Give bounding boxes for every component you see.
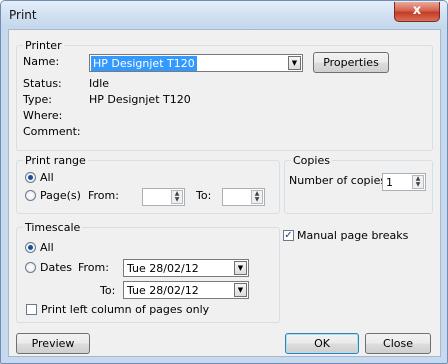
range-pages-radio[interactable] <box>25 190 36 201</box>
timescale-group: Timescale All Dates From: Tue 28/02/12 ▼… <box>16 221 280 323</box>
timescale-to-select[interactable]: Tue 28/02/12 ▼ <box>123 281 249 299</box>
preview-button[interactable]: Preview <box>16 333 90 354</box>
properties-button[interactable]: Properties <box>313 52 389 73</box>
timescale-dates-radio[interactable] <box>25 262 36 273</box>
manual-page-breaks-checkbox[interactable]: ✓ <box>283 230 294 241</box>
where-label: Where: <box>23 109 63 122</box>
copies-label: Number of copies: <box>289 174 390 187</box>
range-from-label: From: <box>88 189 119 202</box>
close-window-button[interactable]: x <box>394 2 440 22</box>
printer-group: Printer Name: HP Designjet T120 ▼ Proper… <box>16 39 433 151</box>
comment-label: Comment: <box>23 125 81 138</box>
printer-name-value: HP Designjet T120 <box>91 56 197 71</box>
range-to-label: To: <box>196 189 212 202</box>
timescale-dates-label: Dates <box>40 261 73 274</box>
title-bar[interactable]: Print x <box>1 1 447 28</box>
spin-arrows-icon[interactable]: ▲ ▼ <box>171 190 183 204</box>
print-range-group: Print range All Page(s) From: ▲ ▼ To: ▲ ▼ <box>16 154 280 214</box>
range-all-label: All <box>40 171 54 184</box>
chevron-down-icon: ▼ <box>234 283 247 297</box>
type-value: HP Designjet T120 <box>89 93 191 106</box>
status-value: Idle <box>89 77 110 90</box>
manual-page-breaks-label: Manual page breaks <box>297 229 409 242</box>
timescale-from-value: Tue 28/02/12 <box>127 262 199 275</box>
copies-group: Copies Number of copies: 1 ▲ ▼ <box>284 154 433 214</box>
timescale-all-radio[interactable] <box>25 242 36 253</box>
range-to-input[interactable]: ▲ ▼ <box>222 188 265 206</box>
timescale-group-title: Timescale <box>23 221 83 234</box>
spin-arrows-icon[interactable]: ▲ ▼ <box>412 175 424 189</box>
copies-group-title: Copies <box>291 154 332 167</box>
dialog-body: Printer Name: HP Designjet T120 ▼ Proper… <box>8 29 441 357</box>
range-pages-label: Page(s) <box>40 189 81 202</box>
chevron-down-icon: ▼ <box>288 56 301 70</box>
printer-name-select[interactable]: HP Designjet T120 ▼ <box>89 54 303 72</box>
timescale-from-label: From: <box>78 261 109 274</box>
range-from-input[interactable]: ▲ ▼ <box>142 188 185 206</box>
left-column-checkbox[interactable] <box>26 304 37 315</box>
name-label: Name: <box>23 55 60 68</box>
spin-arrows-icon[interactable]: ▲ ▼ <box>251 190 263 204</box>
status-label: Status: <box>23 77 62 90</box>
ok-button[interactable]: OK <box>285 333 359 354</box>
print-dialog: Print x Printer Name: HP Designjet T120 … <box>0 0 448 364</box>
type-label: Type: <box>23 93 52 106</box>
close-icon: x <box>412 3 422 18</box>
left-column-label: Print left column of pages only <box>41 303 210 316</box>
range-all-radio[interactable] <box>25 172 36 183</box>
printer-group-title: Printer <box>23 39 64 52</box>
copies-value: 1 <box>386 176 393 189</box>
close-button[interactable]: Close <box>365 333 431 354</box>
dialog-title: Print <box>9 8 37 22</box>
timescale-to-value: Tue 28/02/12 <box>127 284 199 297</box>
timescale-all-label: All <box>40 241 54 254</box>
print-range-group-title: Print range <box>23 154 88 167</box>
copies-input[interactable]: 1 ▲ ▼ <box>382 173 426 191</box>
chevron-down-icon: ▼ <box>234 261 247 275</box>
timescale-to-label: To: <box>100 284 116 297</box>
timescale-from-select[interactable]: Tue 28/02/12 ▼ <box>123 259 249 277</box>
